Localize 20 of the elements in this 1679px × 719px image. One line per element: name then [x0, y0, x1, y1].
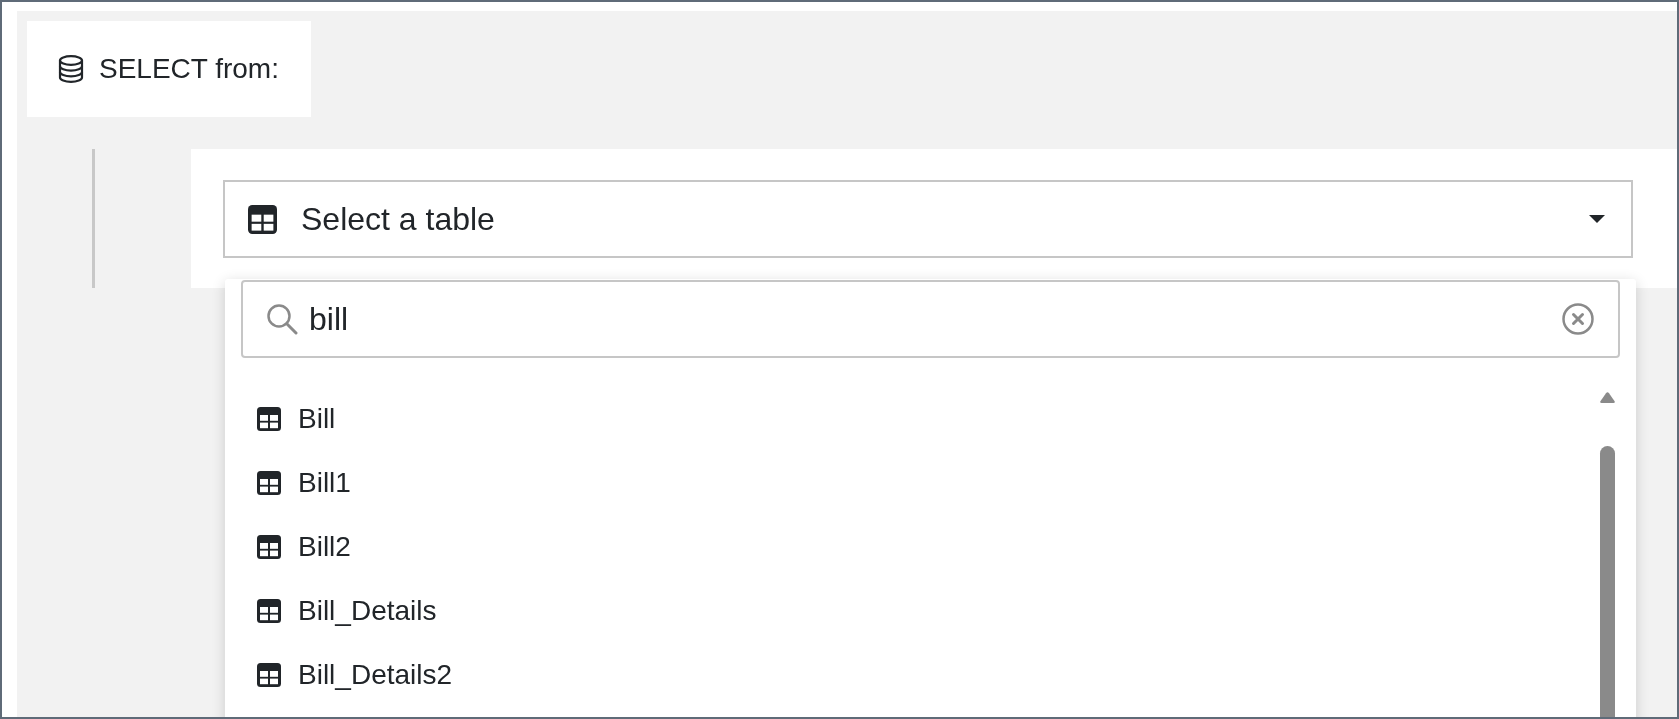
table-option[interactable]: Bill_Details2: [257, 643, 1600, 707]
table-icon: [257, 535, 281, 559]
table-select[interactable]: Select a table: [223, 180, 1633, 258]
table-icon: [257, 407, 281, 431]
select-from-label: SELECT from:: [99, 52, 279, 86]
caret-icon: [1589, 215, 1605, 223]
table-option[interactable]: Bill_Details: [257, 579, 1600, 643]
table-option[interactable]: Bill: [257, 387, 1600, 451]
clear-icon[interactable]: [1562, 303, 1594, 335]
table-icon: [248, 204, 277, 234]
database-icon: [58, 55, 84, 83]
scroll-up-icon[interactable]: [1600, 392, 1615, 403]
search-field[interactable]: bill: [241, 280, 1620, 358]
table-icon: [257, 471, 281, 495]
table-option[interactable]: Bill2: [257, 515, 1600, 579]
table-option[interactable]: Bill1: [257, 451, 1600, 515]
table-icon: [257, 663, 281, 687]
table-icon: [257, 599, 281, 623]
search-icon: [266, 303, 298, 335]
scrollbar-thumb[interactable]: [1600, 446, 1615, 717]
